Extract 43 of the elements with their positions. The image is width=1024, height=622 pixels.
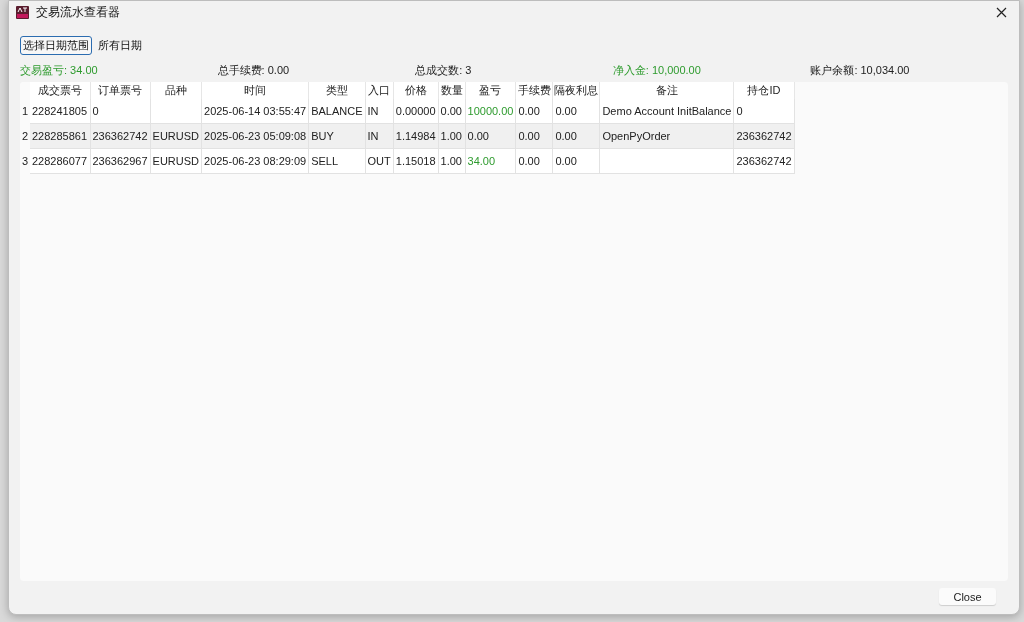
column-header[interactable]: 持仓ID [733,82,794,99]
table-cell: 0.00 [438,99,466,124]
column-header[interactable]: 盈亏 [465,82,516,99]
date-range-label: 所有日期 [98,38,142,53]
table-cell: 0.00000 [393,99,439,124]
table-cell: 2025-06-14 03:55:47 [201,99,309,124]
table-cell: OpenPyOrder [599,123,734,149]
window-title: 交易流水查看器 [36,4,121,21]
table-cell: Demo Account InitBalance [599,99,734,124]
table-cell: 0 [733,99,794,124]
table-cell: 2025-06-23 05:09:08 [201,123,309,149]
table-cell: 2025-06-23 08:29:09 [201,148,309,174]
table-cell: 10000.00 [465,99,516,124]
table-cell: BALANCE [308,99,366,124]
column-header[interactable]: 备注 [599,82,734,99]
table-cell: 228285861 [30,123,90,149]
table-cell: 0 [90,99,151,124]
column-header[interactable]: 时间 [201,82,309,99]
summary-stat: 账户余额: 10,034.00 [810,63,910,78]
table-cell: IN [365,99,394,124]
date-range-button[interactable]: 选择日期范围 [20,36,92,55]
app-logo-icon [16,6,29,19]
summary-stat: 净入金: 10,000.00 [612,63,701,78]
row-number: 3 [20,148,30,174]
row-number: 2 [20,123,30,149]
column-header[interactable]: 隔夜利息 [552,82,600,99]
summary-stat: 总成交数: 3 [415,63,472,78]
column-header[interactable]: 订单票号 [90,82,151,99]
table-cell: 0.00 [552,99,600,124]
column-header[interactable]: 价格 [393,82,439,99]
column-header[interactable]: 入口 [365,82,394,99]
summary-stat: 交易盈亏: 34.00 [20,63,98,78]
row-number: 1 [20,99,30,124]
table-cell: 228286077 [30,148,90,174]
column-header[interactable]: 手续费 [515,82,553,99]
column-header[interactable]: 品种 [150,82,202,99]
table-cell: 0.00 [515,99,553,124]
table-cell: 228241805 [30,99,90,124]
column-header[interactable]: 数量 [438,82,466,99]
summary-stat: 总手续费: 0.00 [217,63,290,78]
column-header[interactable]: 成交票号 [30,82,90,99]
column-header[interactable]: 类型 [308,82,366,99]
close-button[interactable]: Close [939,588,996,605]
